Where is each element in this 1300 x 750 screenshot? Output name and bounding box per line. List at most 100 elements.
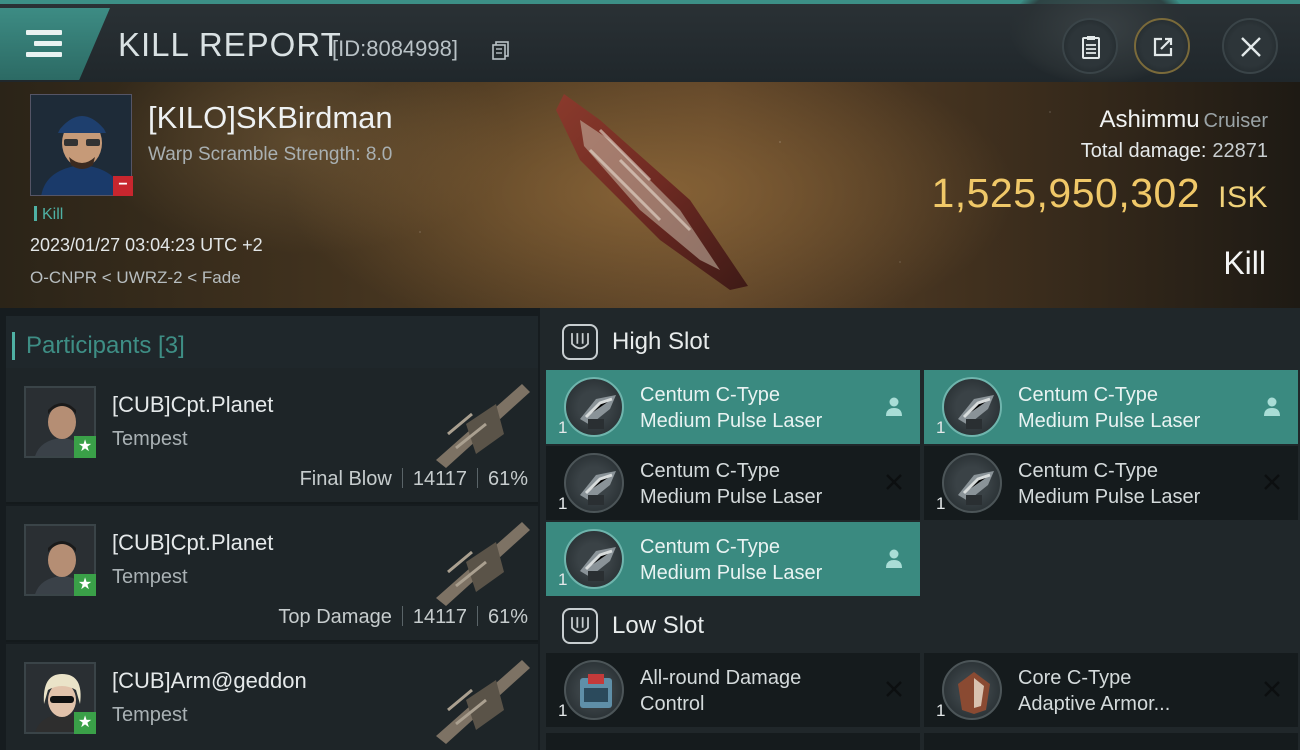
module-name-line1: Centum C-Type: [640, 460, 781, 482]
victim-ship-image: [556, 94, 748, 290]
participant-card[interactable]: ★ [CUB]Cpt.Planet Tempest Final Blow 1411…: [6, 368, 538, 504]
module-quantity: 1: [558, 701, 568, 720]
module-name-line2: Medium Pulse Laser: [1018, 410, 1201, 432]
high-slot-header: High Slot: [546, 312, 1300, 370]
laser-module-icon: [564, 377, 624, 437]
module-name-line2: Medium Pulse Laser: [640, 410, 823, 432]
module-name: Centum C-Type Medium Pulse Laser: [1018, 382, 1258, 434]
report-id: [ID:8084998]: [332, 36, 458, 61]
total-damage-value: 22871: [1212, 140, 1268, 162]
star-icon: ★: [74, 712, 96, 734]
participant-damage: 14117: [412, 468, 467, 490]
victim-name[interactable]: [KILO]SKBirdman: [148, 100, 393, 136]
warp-scramble-strength: Warp Scramble Strength: 8.0: [148, 144, 393, 165]
participant-card[interactable]: ★ [CUB]Cpt.Planet Tempest Top Damage 1411…: [6, 506, 538, 642]
laser-module-icon: [564, 453, 624, 513]
module-item[interactable]: 1 Centum C-Type Medium Pulse Laser: [546, 446, 920, 520]
close-button[interactable]: [1222, 18, 1278, 74]
total-damage-label: Total damage:: [1080, 140, 1207, 162]
share-button[interactable]: [1134, 18, 1190, 74]
kill-result: Kill: [1223, 245, 1266, 281]
destroyed-x-icon: [886, 474, 902, 490]
module-name: Centum C-Type Medium Pulse Laser: [1018, 458, 1258, 510]
participant-ship: Tempest: [112, 566, 188, 588]
participant-ship: Tempest: [112, 704, 188, 726]
module-name-line2: Control: [640, 693, 705, 715]
pilot-icon: [1264, 397, 1280, 416]
victim-ship[interactable]: Ashimmu Cruiser: [1100, 106, 1268, 134]
module-name: Centum C-Type Medium Pulse Laser: [640, 382, 880, 434]
module-item[interactable]: 1 Centum C-Type Medium Pulse Laser: [924, 446, 1298, 520]
module-name-line2: Adaptive Armor...: [1018, 693, 1171, 715]
pilot-icon: [886, 549, 902, 568]
laser-module-icon: [942, 377, 1002, 437]
star-icon: ★: [74, 436, 96, 458]
module-item-partial[interactable]: [924, 733, 1298, 750]
module-quantity: 1: [558, 494, 568, 513]
kill-datetime: 2023/01/27 03:04:23 UTC +2: [30, 235, 263, 255]
module-item[interactable]: 1 Centum C-Type Medium Pulse Laser: [546, 370, 920, 444]
participant-ship-image: [436, 660, 530, 744]
destroyed-x-icon: [886, 681, 902, 697]
victim-banner: − [KILO]SKBirdman Warp Scramble Strength…: [0, 82, 1300, 308]
module-quantity: 1: [936, 418, 946, 437]
module-name-line1: Centum C-Type: [1018, 460, 1159, 482]
low-slot-header: Low Slot: [546, 596, 1300, 654]
module-name: All-round Damage Control: [640, 665, 880, 717]
module-item[interactable]: 1 Centum C-Type Medium Pulse Laser: [546, 522, 920, 596]
destroyed-x-icon: [1264, 681, 1280, 697]
module-item[interactable]: 1 Centum C-Type Medium Pulse Laser: [924, 370, 1298, 444]
module-name: Centum C-Type Medium Pulse Laser: [640, 534, 880, 586]
module-item[interactable]: 1 Core C-Type Adaptive Armor...: [924, 653, 1298, 727]
close-icon: [1241, 37, 1261, 57]
low-slot-icon: [562, 608, 598, 644]
participant-ship: Tempest: [112, 428, 188, 450]
kill-location[interactable]: O-CNPR < UWRZ-2 < Fade: [30, 268, 241, 288]
module-quantity: 1: [558, 418, 568, 437]
participant-card[interactable]: ★ [CUB]Arm@geddon Tempest: [6, 644, 538, 750]
module-item[interactable]: 1 All-round Damage Control: [546, 653, 920, 727]
module-name-line2: Medium Pulse Laser: [1018, 486, 1201, 508]
clipboard-icon: [1082, 36, 1100, 59]
victim-ship-class: Cruiser: [1203, 110, 1268, 132]
participants-header: Participants [3]: [6, 316, 538, 372]
share-icon: [1153, 37, 1173, 57]
module-item-partial[interactable]: [546, 733, 920, 750]
title-bar: KILL REPORT [ID:8084998]: [0, 0, 1300, 84]
destroyed-x-icon: [1264, 474, 1280, 490]
menu-button[interactable]: [0, 8, 110, 80]
module-name-line1: Centum C-Type: [640, 536, 781, 558]
module-name: Core C-Type Adaptive Armor...: [1018, 665, 1258, 717]
laser-module-icon: [942, 453, 1002, 513]
participant-name: [CUB]Cpt.Planet: [112, 392, 274, 417]
participants-panel: Participants [3] ★ [CUB]Cpt.Planet Tempe…: [0, 308, 540, 750]
copy-icon[interactable]: [491, 40, 511, 60]
participant-ship-image: [436, 384, 530, 468]
module-name-line1: Centum C-Type: [1018, 384, 1159, 406]
victim-ship-name: Ashimmu: [1099, 106, 1200, 133]
participant-percent: 61%: [487, 468, 528, 490]
module-name-line1: Centum C-Type: [640, 384, 781, 406]
module-name-line1: All-round Damage: [640, 667, 802, 689]
module-quantity: 1: [936, 701, 946, 720]
participant-role: Final Blow: [299, 468, 392, 490]
clipboard-button[interactable]: [1062, 18, 1118, 74]
module-name: Centum C-Type Medium Pulse Laser: [640, 458, 880, 510]
module-name-line2: Medium Pulse Laser: [640, 486, 823, 508]
menu-icon: [26, 30, 62, 60]
armor-module-icon: [942, 660, 1002, 720]
participant-damage: 14117: [412, 606, 467, 628]
participant-name: [CUB]Arm@geddon: [112, 668, 307, 693]
high-slot-title: High Slot: [612, 328, 710, 355]
loss-badge: −: [113, 176, 133, 196]
high-slot-icon: [562, 324, 598, 360]
page-title: KILL REPORT: [118, 26, 342, 63]
participant-name: [CUB]Cpt.Planet: [112, 530, 274, 555]
module-quantity: 1: [936, 494, 946, 513]
isk-unit: ISK: [1218, 181, 1268, 214]
participant-role: Top Damage: [278, 606, 392, 628]
participants-title: Participants [3]: [12, 332, 185, 360]
participant-stats: Final Blow 14117 61%: [300, 468, 528, 491]
module-quantity: 1: [558, 570, 568, 589]
isk-value: 1,525,950,302 ISK: [931, 170, 1268, 217]
